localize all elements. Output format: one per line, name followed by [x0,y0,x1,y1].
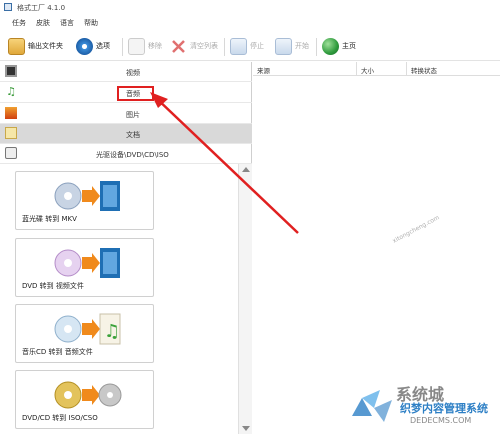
watermark-cms: 织梦内容管理系统 [400,402,488,415]
annotation-arrow [150,92,299,234]
watermark-domain: DEDECMS.COM [410,416,472,425]
